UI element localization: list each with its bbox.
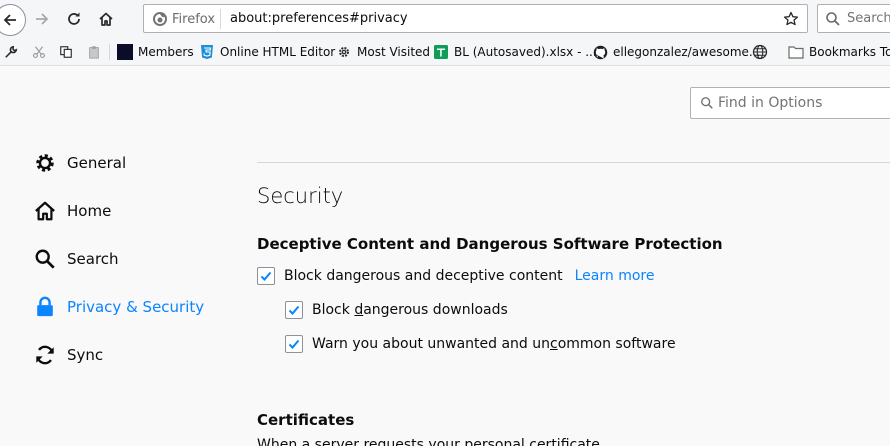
home-icon	[33, 199, 57, 223]
deceptive-content-heading: Deceptive Content and Dangerous Software…	[257, 235, 723, 253]
block-dangerous-content-label[interactable]: Block dangerous and deceptive content	[284, 268, 563, 284]
block-downloads-checkbox[interactable]	[285, 301, 303, 319]
copy-button[interactable]	[58, 44, 74, 60]
category-label: Privacy & Security	[67, 298, 205, 316]
category-label: Search	[67, 250, 119, 268]
warn-unwanted-software-row: Warn you about unwanted and uncommon sof…	[285, 334, 676, 354]
checkmark-icon	[260, 271, 272, 281]
find-search-icon	[701, 97, 713, 109]
block-dangerous-content-checkbox[interactable]	[257, 267, 275, 285]
bookmarks-toolbar: Members Online HTML Editor Most Visited …	[0, 38, 890, 66]
html5-favicon	[199, 44, 215, 60]
security-heading: Security	[257, 184, 344, 208]
block-downloads-label[interactable]: Block dangerous downloads	[312, 302, 508, 318]
search-placeholder: Search	[847, 11, 890, 26]
checkmark-icon	[288, 339, 300, 349]
url-bar[interactable]: Firefox about:preferences#privacy	[143, 4, 808, 33]
wrench-button[interactable]	[3, 44, 19, 60]
category-general[interactable]: General	[33, 150, 126, 176]
accesskey-d: d	[354, 302, 364, 318]
wrench-icon	[5, 45, 18, 58]
identity-separator	[220, 9, 221, 29]
category-home[interactable]: Home	[33, 198, 111, 224]
bookmark-label: Members	[138, 45, 194, 59]
sync-icon	[33, 343, 57, 367]
clipboard-icon	[89, 46, 99, 59]
identity-label: Firefox	[172, 11, 216, 27]
bookmark-members[interactable]: Members	[117, 43, 194, 61]
bookmark-bl-autosaved[interactable]: BL (Autosaved).xlsx - ...	[433, 43, 597, 61]
category-label: Home	[67, 202, 112, 220]
copy-icon	[60, 46, 72, 58]
category-label: Sync	[67, 346, 104, 364]
search-bar-icon	[826, 12, 840, 26]
bookmark-label: Most Visited	[357, 45, 431, 59]
home-button[interactable]	[92, 5, 120, 33]
globe-favicon	[752, 44, 768, 60]
gear-favicon	[336, 44, 352, 60]
lock-icon	[33, 295, 57, 319]
certificates-heading: Certificates	[257, 411, 355, 429]
category-privacy-security[interactable]: Privacy & Security	[33, 294, 204, 320]
category-search[interactable]: Search	[33, 246, 119, 272]
home-toolbar-icon	[99, 12, 113, 26]
members-favicon	[117, 44, 133, 60]
learn-more-link[interactable]: Learn more	[575, 268, 655, 284]
bookmark-online-html-editor[interactable]: Online HTML Editor	[199, 43, 335, 61]
category-label: General	[67, 154, 127, 172]
bookmark-label: Online HTML Editor	[220, 45, 336, 59]
search-bar[interactable]: Search	[817, 4, 890, 33]
reload-button[interactable]	[60, 5, 88, 33]
warn-unwanted-software-label[interactable]: Warn you about unwanted and uncommon sof…	[312, 336, 676, 352]
navigation-toolbar: Firefox about:preferences#privacy Search	[0, 0, 890, 38]
cut-button[interactable]	[31, 44, 47, 60]
star-icon	[783, 11, 799, 26]
bookmark-label: BL (Autosaved).xlsx - ...	[454, 45, 597, 59]
warn-unwanted-software-checkbox[interactable]	[285, 335, 303, 353]
block-downloads-row: Block dangerous downloads	[285, 300, 508, 320]
url-text[interactable]: about:preferences#privacy	[230, 11, 408, 26]
reload-icon	[68, 12, 80, 25]
identity-box[interactable]: Firefox	[152, 10, 215, 28]
toolbar-separator	[109, 44, 110, 60]
bookmark-star-button[interactable]	[781, 9, 801, 29]
accesskey-c: c	[550, 336, 558, 352]
scissors-icon	[32, 46, 46, 59]
folder-icon	[788, 44, 804, 60]
bookmark-ellegonzalez[interactable]: ellegonzalez/awesome...	[592, 43, 760, 61]
find-in-options-placeholder: Find in Options	[718, 95, 823, 111]
bookmark-most-visited[interactable]: Most Visited	[336, 43, 430, 61]
category-sync[interactable]: Sync	[33, 342, 103, 368]
gear-icon	[33, 151, 57, 175]
section-divider	[257, 162, 890, 163]
back-arrow-icon	[3, 14, 16, 26]
search-icon	[33, 247, 57, 271]
bookmark-label: ellegonzalez/awesome...	[613, 45, 761, 59]
bookmarks-toolbar-folder[interactable]: Bookmarks Toolbar	[788, 43, 890, 61]
paste-button[interactable]	[86, 44, 102, 60]
preferences-page: Find in Options General Home Search Priv…	[0, 67, 890, 446]
block-dangerous-content-row: Block dangerous and deceptive content Le…	[257, 266, 654, 286]
checkmark-icon	[288, 305, 300, 315]
find-in-options-input[interactable]: Find in Options	[690, 87, 890, 119]
forward-arrow-icon	[36, 13, 49, 25]
back-button[interactable]	[0, 4, 26, 36]
bookmark-globe[interactable]	[752, 43, 773, 61]
bookmark-label: Bookmarks Toolbar	[809, 45, 890, 59]
sheets-favicon	[433, 44, 449, 60]
forward-button[interactable]	[28, 5, 56, 33]
certificates-description: When a server requests your personal cer…	[257, 437, 600, 446]
firefox-logo-icon	[153, 12, 167, 26]
github-favicon	[592, 44, 608, 60]
